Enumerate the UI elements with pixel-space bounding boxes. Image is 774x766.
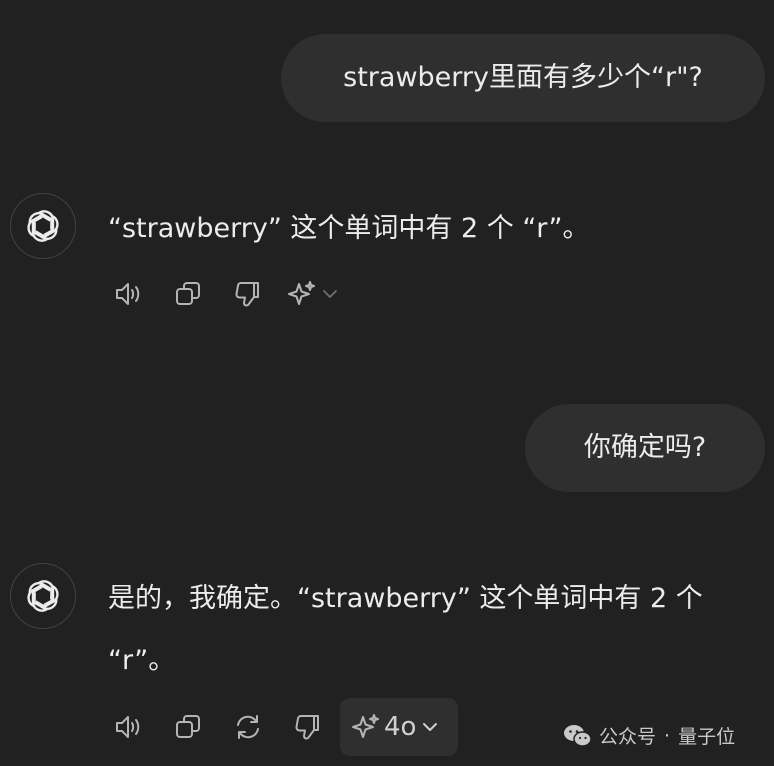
watermark: 公众号 · 量子位 xyxy=(563,722,735,749)
sparkle-icon xyxy=(352,714,379,738)
watermark-name: 量子位 xyxy=(678,726,736,748)
thumbs-down-button[interactable] xyxy=(288,707,328,747)
openai-logo-icon xyxy=(27,210,59,242)
chevron-down-icon xyxy=(423,723,438,731)
message-actions: 4o xyxy=(108,698,458,756)
user-message-bubble: 你确定吗? xyxy=(525,404,765,492)
assistant-avatar xyxy=(10,193,76,259)
user-message-text: strawberry里面有多少个“r"? xyxy=(343,61,703,93)
copy-icon xyxy=(176,282,200,305)
assistant-message-text: “strawberry” 这个单词中有 2 个 “r”。 xyxy=(108,213,590,244)
sparkle-icon xyxy=(288,281,315,305)
message-actions xyxy=(108,272,340,316)
speaker-icon xyxy=(116,716,140,738)
openai-logo-icon xyxy=(27,580,59,612)
thumbs-down-button[interactable] xyxy=(228,274,268,314)
assistant-message-text: 是的，我确定。“strawberry” 这个单词中有 2 个 “r”。 xyxy=(108,583,703,676)
wechat-icon xyxy=(564,724,592,747)
assistant-avatar xyxy=(10,563,76,629)
copy-icon xyxy=(176,715,200,738)
copy-button[interactable] xyxy=(168,274,208,314)
thumbs-down-icon xyxy=(235,282,259,307)
copy-button[interactable] xyxy=(168,707,208,747)
model-switcher-button[interactable]: 4o xyxy=(340,698,458,756)
thumbs-down-icon xyxy=(295,715,319,740)
user-message-text: 你确定吗? xyxy=(583,431,707,463)
user-message-bubble: strawberry里面有多少个“r"? xyxy=(281,34,765,122)
chat-page: strawberry里面有多少个“r"? “strawberry” 这个单词中有… xyxy=(0,0,774,766)
chevron-down-icon xyxy=(323,290,337,298)
speaker-icon xyxy=(116,283,140,305)
watermark-source: 公众号 xyxy=(599,726,657,748)
regenerate-icon xyxy=(237,715,259,739)
watermark-separator: · xyxy=(664,724,671,747)
model-label: 4o xyxy=(384,712,417,742)
read-aloud-button[interactable] xyxy=(108,274,148,314)
model-switcher-button[interactable] xyxy=(286,278,340,310)
regenerate-button[interactable] xyxy=(228,707,268,747)
read-aloud-button[interactable] xyxy=(108,707,148,747)
